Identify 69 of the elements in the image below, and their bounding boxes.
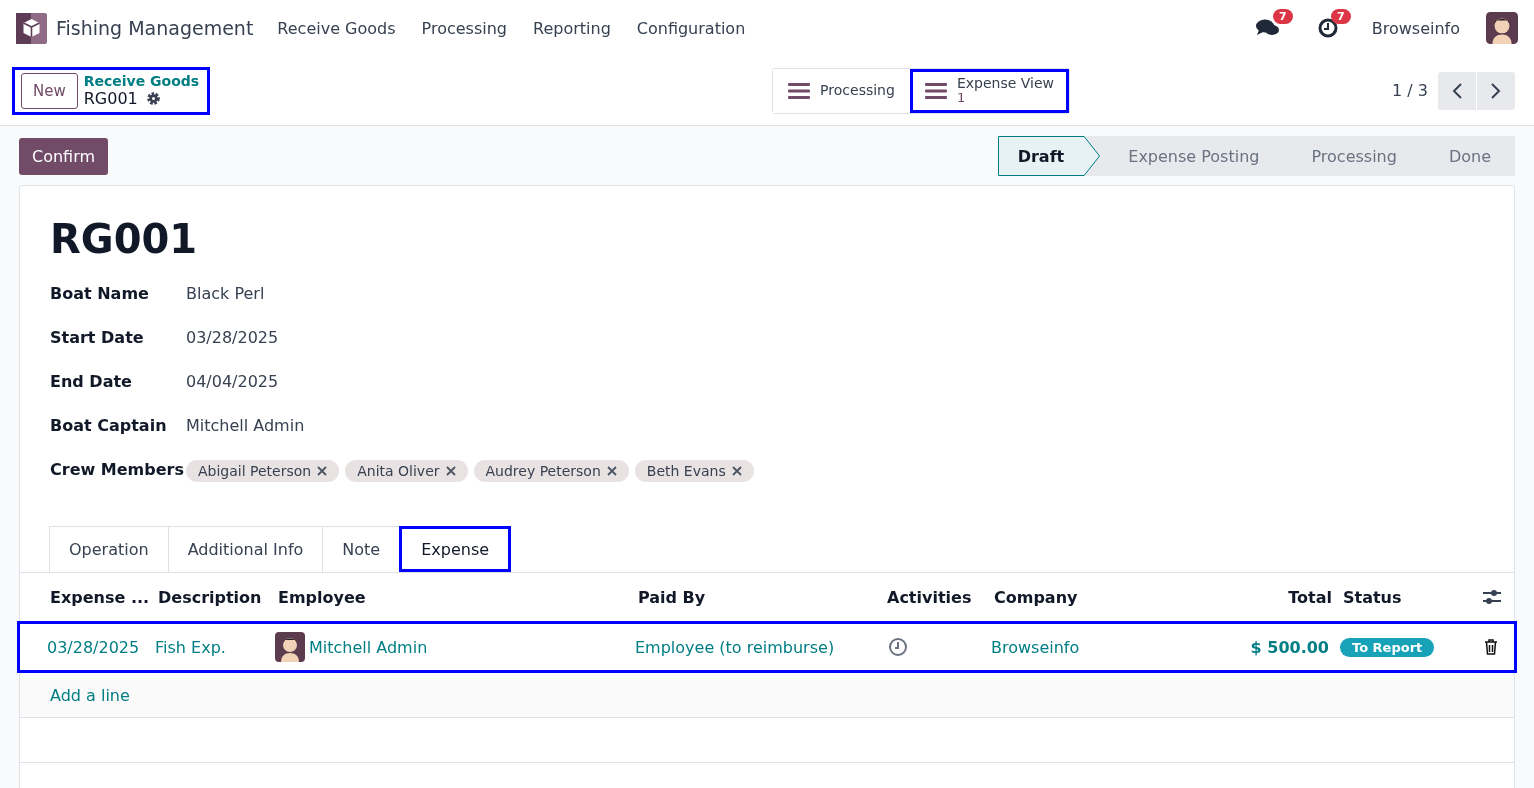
column-header[interactable]: Activities	[887, 587, 994, 607]
record-title: RG001	[50, 216, 199, 262]
new-button[interactable]: New	[21, 72, 78, 109]
notification-badge: 7	[1273, 9, 1293, 24]
box-logo-icon[interactable]	[16, 12, 47, 44]
tab[interactable]: Operation	[49, 526, 169, 572]
column-header[interactable]: Paid By	[638, 587, 887, 607]
tab[interactable]: Expense	[399, 526, 512, 572]
table-cell-text: Fish Exp.	[155, 637, 227, 657]
menu-item[interactable]: Receive Goods	[277, 18, 396, 38]
remove-icon[interactable]	[317, 466, 328, 476]
avatar-icon	[275, 632, 305, 662]
chat-icon[interactable]	[1255, 18, 1280, 38]
crew-tag[interactable]: Beth Evans	[634, 460, 754, 482]
column-header[interactable]: Status	[1343, 587, 1450, 607]
pager-text: 1 / 3	[1392, 81, 1428, 100]
status-step[interactable]: Draft	[997, 136, 1101, 176]
add-line-link[interactable]: Add a line	[50, 685, 130, 705]
avatar-icon	[1486, 12, 1518, 44]
column-header[interactable]: Description	[158, 587, 278, 607]
field-label: Crew Members	[50, 460, 185, 481]
remove-icon[interactable]	[606, 466, 617, 476]
field-label: Boat Captain	[50, 416, 168, 437]
app-name[interactable]: Fishing Management	[56, 17, 254, 39]
chevron-left-icon[interactable]	[1451, 81, 1463, 100]
field-value[interactable]: Mitchell Admin	[186, 416, 1484, 460]
field-label: Start Date	[50, 328, 145, 349]
settings-icon[interactable]	[145, 91, 161, 106]
crew-tag[interactable]: Anita Oliver	[345, 460, 468, 482]
field-value[interactable]: Black Perl	[186, 284, 1484, 328]
table-cell-text: Employee (to reimburse)	[635, 637, 836, 657]
field-value[interactable]: 03/28/2025	[186, 328, 1484, 372]
clock-icon[interactable]	[1317, 18, 1338, 38]
menu-icon	[924, 81, 947, 100]
smart-button[interactable]: Expense View 1	[909, 68, 1069, 113]
table-cell-text: 03/28/2025	[47, 637, 141, 657]
status-step[interactable]: Done	[1420, 136, 1515, 176]
table-cell-text: $ 500.00	[1249, 637, 1330, 657]
field-value[interactable]: 04/04/2025	[186, 372, 1484, 416]
breadcrumb-link[interactable]: Receive Goods	[83, 73, 200, 89]
expense-row[interactable]: 03/28/2025 Fish Exp. Mitchell Admin Employee (to reimburse) Browseinfo $ 500.00 To Report	[17, 621, 1517, 673]
column-header[interactable]: Total	[1164, 587, 1343, 607]
sliders-icon[interactable]	[1483, 589, 1501, 605]
field-label: Boat Name	[50, 284, 150, 305]
status-step[interactable]: Processing	[1283, 136, 1421, 176]
previous-button[interactable]	[1438, 71, 1476, 110]
notification-badge: 7	[1331, 9, 1351, 24]
status-badge: To Report	[1340, 637, 1435, 657]
next-button[interactable]	[1477, 71, 1515, 110]
status-step[interactable]: Expense Posting	[1100, 136, 1284, 176]
employee-link[interactable]: Mitchell Admin	[309, 637, 428, 657]
column-header[interactable]: Employee	[278, 587, 638, 607]
remove-icon[interactable]	[731, 466, 742, 476]
record-name: RG001	[83, 89, 138, 108]
menu-icon	[788, 81, 811, 100]
table-cell-text: Browseinfo	[991, 637, 1081, 657]
crew-tag[interactable]: Abigail Peterson	[186, 460, 340, 482]
menu-item[interactable]: Processing	[421, 18, 507, 38]
remove-icon[interactable]	[445, 466, 456, 476]
column-header[interactable]: Company	[994, 587, 1164, 607]
crew-tag[interactable]: Audrey Peterson	[473, 460, 629, 482]
user-name[interactable]: Browseinfo	[1371, 18, 1460, 38]
menu-item[interactable]: Reporting	[533, 18, 611, 38]
field-label: End Date	[50, 372, 133, 393]
confirm-button[interactable]: Confirm	[19, 137, 109, 175]
menu-item[interactable]: Configuration	[636, 18, 746, 38]
chevron-right-icon[interactable]	[1490, 81, 1502, 100]
trash-icon[interactable]	[1483, 639, 1498, 655]
column-header[interactable]: Expense ...	[50, 587, 158, 607]
